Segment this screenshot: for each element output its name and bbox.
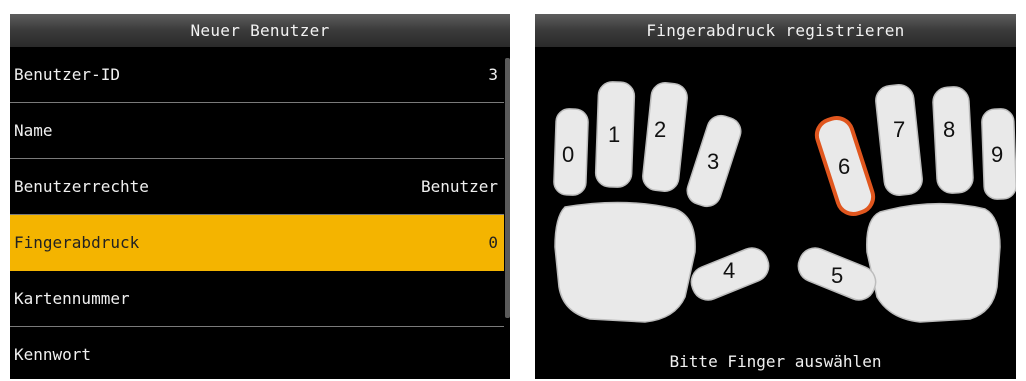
row-label: Benutzer-ID	[14, 65, 120, 84]
finger-9-label: 9	[991, 142, 1003, 167]
row-user-id[interactable]: Benutzer-ID 3	[10, 47, 504, 103]
finger-7-label: 7	[893, 117, 905, 142]
finger-7-button[interactable]: 7	[874, 83, 923, 196]
row-label: Name	[14, 121, 53, 140]
row-label: Kartennummer	[14, 289, 130, 308]
screen-title: Fingerabdruck registrieren	[535, 14, 1016, 47]
finger-3-button[interactable]: 3	[684, 112, 745, 210]
row-card-number[interactable]: Kartennummer	[10, 271, 504, 327]
row-label: Fingerabdruck	[14, 233, 140, 252]
finger-8-label: 8	[943, 117, 955, 142]
finger-9-button[interactable]: 9	[981, 108, 1016, 200]
screen-title: Neuer Benutzer	[10, 14, 510, 47]
row-user-rights[interactable]: Benutzerrechte Benutzer	[10, 159, 504, 215]
row-label: Benutzerrechte	[14, 177, 149, 196]
row-value: Benutzer	[420, 177, 498, 196]
finger-3-label: 3	[707, 149, 719, 174]
hands-diagram: 0 1 2 3 4 5 6 7 8 9	[553, 81, 1016, 323]
row-label: Kennwort	[14, 345, 92, 364]
finger-8-button[interactable]: 8	[932, 86, 974, 194]
row-name[interactable]: Name	[10, 103, 504, 159]
row-value: 3	[488, 65, 498, 84]
right-palm-icon	[866, 202, 1001, 323]
finger-1-label: 1	[608, 122, 620, 147]
left-palm-icon	[554, 201, 696, 323]
finger-2-button[interactable]: 2	[641, 81, 688, 192]
row-value: 0	[488, 233, 498, 252]
finger-4-label: 4	[723, 258, 735, 283]
finger-2-label: 2	[654, 117, 666, 142]
finger-1-button[interactable]: 1	[594, 81, 636, 188]
row-fingerprint[interactable]: Fingerabdruck 0	[10, 215, 504, 271]
row-password[interactable]: Kennwort	[10, 327, 504, 379]
finger-5-label: 5	[831, 263, 843, 288]
finger-4-button[interactable]: 4	[687, 243, 774, 304]
finger-0-button[interactable]: 0	[553, 108, 589, 196]
scrollbar[interactable]	[505, 58, 510, 318]
fingerprint-register-screen: Fingerabdruck registrieren 0 1 2 3 4 5 6…	[535, 14, 1016, 379]
user-settings-list: Benutzer-ID 3 Name Benutzerrechte Benutz…	[10, 47, 504, 379]
finger-0-label: 0	[562, 142, 574, 167]
finger-6-label: 6	[838, 154, 850, 179]
new-user-screen: Neuer Benutzer Benutzer-ID 3 Name Benutz…	[10, 14, 510, 379]
instruction-text: Bitte Finger auswählen	[669, 352, 882, 371]
finger-6-button[interactable]: 6	[813, 114, 878, 218]
